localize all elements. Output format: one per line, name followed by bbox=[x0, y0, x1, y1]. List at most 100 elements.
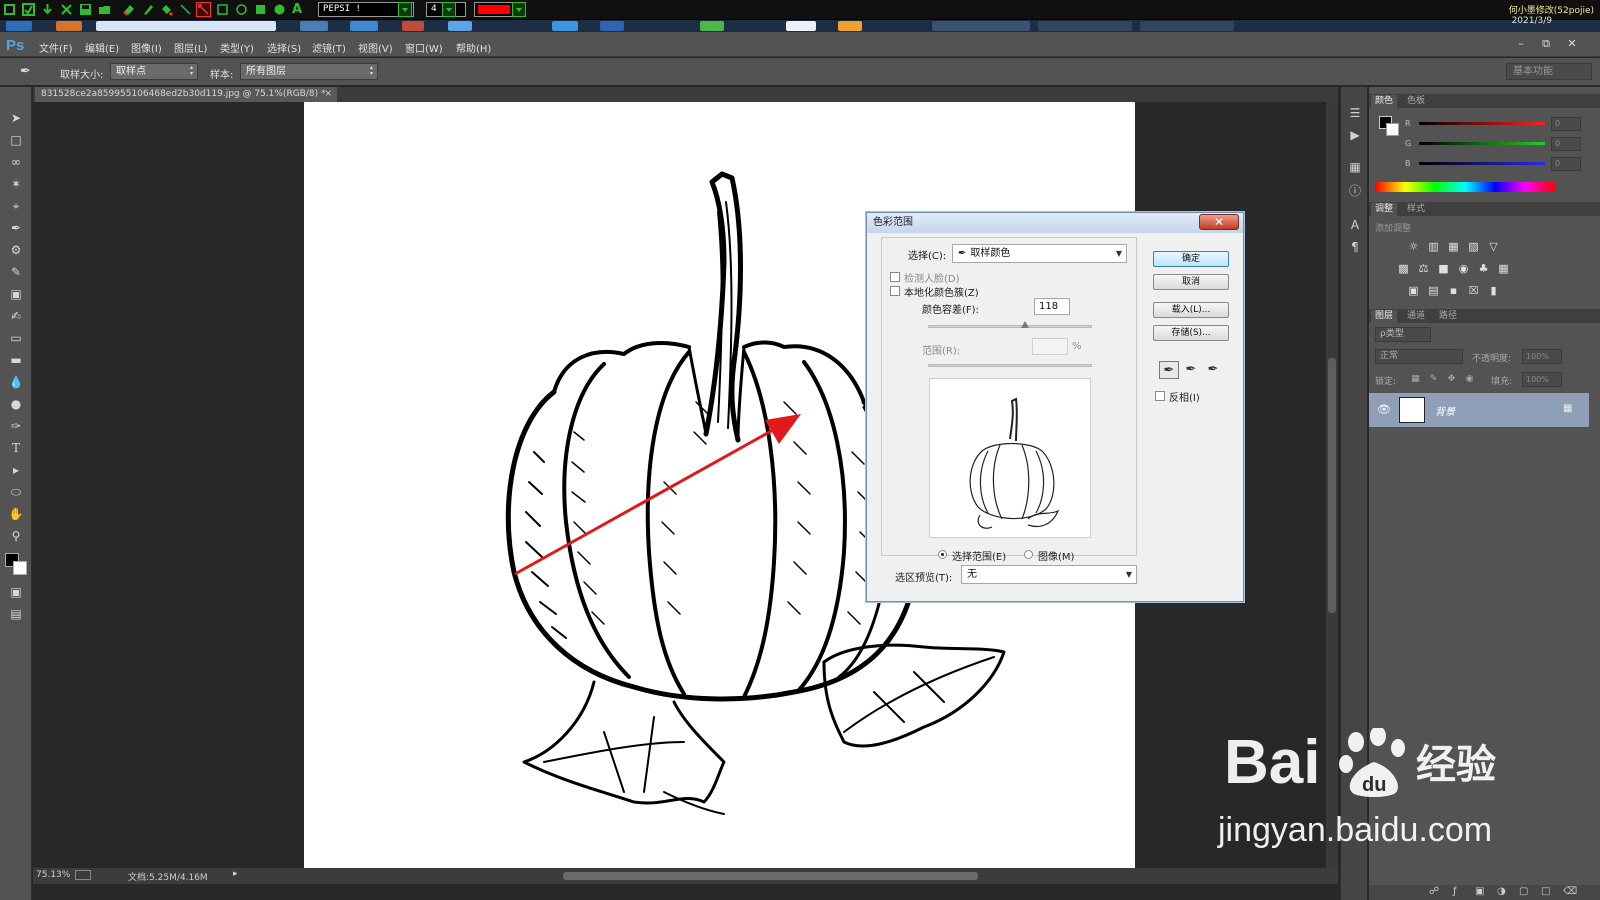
workspace-switcher[interactable]: 基本功能 bbox=[1506, 63, 1592, 80]
tab-swatches[interactable]: 色板 bbox=[1403, 95, 1429, 108]
download-icon[interactable] bbox=[41, 3, 54, 16]
taskbar-app-icon[interactable] bbox=[552, 21, 578, 31]
hand-tool-icon[interactable]: ✋ bbox=[7, 505, 25, 523]
taskbar-app-icon[interactable] bbox=[96, 21, 276, 31]
marker-icon[interactable] bbox=[142, 3, 155, 16]
status-icon[interactable] bbox=[75, 870, 91, 880]
detect-faces-checkbox[interactable] bbox=[890, 272, 900, 282]
pin-icon[interactable] bbox=[3, 3, 16, 16]
folder-icon[interactable] bbox=[98, 3, 111, 16]
taskbar-app-icon[interactable] bbox=[932, 21, 1030, 31]
doc-info[interactable]: 文档:5.25M/4.16M bbox=[128, 870, 208, 883]
sample-size-select[interactable]: 取样点 bbox=[110, 63, 198, 80]
history-brush-icon[interactable]: ✍ bbox=[7, 307, 25, 325]
vertical-scroll-thumb[interactable] bbox=[1328, 358, 1336, 613]
layer-row-background[interactable]: 👁 背景 ▦ bbox=[1369, 393, 1589, 427]
blur-tool-icon[interactable]: 💧 bbox=[7, 373, 25, 391]
disk-icon[interactable] bbox=[79, 3, 92, 16]
text-tool-icon[interactable]: A bbox=[292, 3, 305, 16]
vibrance-icon[interactable]: ▽ bbox=[1487, 240, 1500, 253]
menu-layer[interactable]: 图层(L) bbox=[174, 40, 207, 55]
lock-position-icon[interactable]: ✥ bbox=[1445, 373, 1458, 386]
quick-mask-icon[interactable]: ▣ bbox=[7, 583, 25, 601]
status-menu-arrow-icon[interactable]: ▸ bbox=[233, 869, 238, 879]
history-icon[interactable]: ☰ bbox=[1347, 105, 1363, 121]
menu-edit[interactable]: 编辑(E) bbox=[85, 40, 119, 55]
hue-saturation-icon[interactable]: ▩ bbox=[1397, 262, 1410, 275]
threshold-icon[interactable]: ▪ bbox=[1447, 284, 1460, 297]
mask-icon[interactable]: ▣ bbox=[1475, 886, 1484, 897]
character-icon[interactable]: A bbox=[1347, 217, 1363, 233]
add-to-sample-eyedropper-icon[interactable]: ✒ bbox=[1181, 361, 1201, 379]
taskbar-app-icon[interactable] bbox=[1038, 21, 1132, 31]
fuzziness-slider-thumb[interactable] bbox=[1020, 321, 1029, 328]
curves-icon[interactable]: ▦ bbox=[1447, 240, 1460, 253]
document-tab[interactable]: 831528ce2a859955106468ed2b30d119.jpg @ 7… bbox=[35, 87, 337, 102]
menu-filter[interactable]: 滤镜(T) bbox=[312, 40, 346, 55]
menu-file[interactable]: 文件(F) bbox=[39, 40, 73, 55]
taskbar-app-icon[interactable] bbox=[448, 21, 472, 31]
taskbar-app-icon[interactable] bbox=[700, 21, 724, 31]
filled-rectangle-icon[interactable] bbox=[254, 3, 267, 16]
pen-tool-icon[interactable]: ✑ bbox=[7, 417, 25, 435]
layer-visibility-eye-icon[interactable]: 👁 bbox=[1377, 403, 1391, 416]
marquee-tool-icon[interactable]: □ bbox=[7, 131, 25, 149]
minimize-icon[interactable]: – bbox=[1514, 37, 1528, 51]
type-tool-icon[interactable]: T bbox=[7, 439, 25, 457]
taskbar-app-icon[interactable] bbox=[350, 21, 378, 31]
background-color-swatch[interactable] bbox=[13, 561, 27, 575]
brush-presets-icon[interactable]: ▦ bbox=[1347, 159, 1363, 175]
save-copy-icon[interactable] bbox=[22, 3, 35, 16]
cancel-button[interactable]: 取消 bbox=[1153, 274, 1229, 290]
opacity-field[interactable]: 100% bbox=[1522, 349, 1562, 364]
radio-selection[interactable] bbox=[938, 550, 947, 559]
channel-mixer-icon[interactable]: ♣ bbox=[1477, 262, 1490, 275]
paragraph-icon[interactable]: ¶ bbox=[1347, 239, 1363, 255]
taskbar-app-icon[interactable] bbox=[600, 21, 624, 31]
green-slider[interactable]: G 0 bbox=[1405, 137, 1585, 153]
shape-tool-icon[interactable]: ⬭ bbox=[7, 483, 25, 501]
taskbar-app-icon[interactable] bbox=[1140, 21, 1234, 31]
brightness-icon[interactable]: ☼ bbox=[1407, 240, 1420, 253]
selection-preview[interactable] bbox=[929, 378, 1091, 538]
blue-slider[interactable]: B 0 bbox=[1405, 157, 1585, 173]
photo-filter-icon[interactable]: ◉ bbox=[1457, 262, 1470, 275]
lasso-tool-icon[interactable]: ∞ bbox=[7, 153, 25, 171]
tab-adjustments[interactable]: 调整 bbox=[1371, 203, 1398, 216]
dodge-tool-icon[interactable]: ● bbox=[7, 395, 25, 413]
group-folder-icon[interactable]: ▢ bbox=[1519, 886, 1528, 897]
tab-color[interactable]: 颜色 bbox=[1371, 95, 1398, 108]
layer-kind-filter[interactable]: ρ类型 bbox=[1375, 327, 1431, 342]
fuzziness-slider-track[interactable] bbox=[928, 325, 1092, 328]
zoom-tool-icon[interactable]: ⚲ bbox=[7, 527, 25, 545]
arrow-tool-icon[interactable] bbox=[196, 2, 211, 17]
menu-window[interactable]: 窗口(W) bbox=[405, 40, 443, 55]
healing-brush-icon[interactable]: ⚙ bbox=[7, 241, 25, 259]
invert-checkbox[interactable] bbox=[1155, 391, 1165, 401]
taskbar-app-icon[interactable] bbox=[838, 21, 862, 31]
gradient-map-icon[interactable]: ▮ bbox=[1487, 284, 1500, 297]
taskbar-app-icon[interactable] bbox=[300, 21, 328, 31]
restore-icon[interactable]: ⧉ bbox=[1539, 37, 1553, 51]
ellipse-icon[interactable] bbox=[235, 3, 248, 16]
rectangle-icon[interactable] bbox=[216, 3, 229, 16]
menu-image[interactable]: 图像(I) bbox=[131, 40, 162, 55]
eyedropper-tool-icon[interactable]: ✒ bbox=[7, 219, 25, 237]
eraser-icon[interactable] bbox=[122, 3, 135, 16]
posterize-icon[interactable]: ▤ bbox=[1427, 284, 1440, 297]
crop-tool-icon[interactable]: ⌖ bbox=[7, 197, 25, 215]
move-tool-icon[interactable]: ➤ bbox=[7, 109, 25, 127]
selection-preview-select[interactable]: 无 ▼ bbox=[961, 565, 1137, 584]
taskbar-app-icon[interactable] bbox=[786, 21, 816, 31]
localized-clusters-checkbox[interactable] bbox=[890, 286, 900, 296]
font-dropdown-icon[interactable] bbox=[398, 2, 412, 17]
exposure-icon[interactable]: ▧ bbox=[1467, 240, 1480, 253]
fill-icon[interactable] bbox=[160, 3, 173, 16]
color-balance-icon[interactable]: ⚖ bbox=[1417, 262, 1430, 275]
screen-mode-icon[interactable]: ▤ bbox=[7, 605, 25, 623]
color-dropdown-icon[interactable] bbox=[512, 2, 526, 17]
path-select-icon[interactable]: ▸ bbox=[7, 461, 25, 479]
select-dropdown[interactable]: ✒ 取样颜色 ▼ bbox=[952, 244, 1127, 263]
tab-close-icon[interactable]: × bbox=[324, 87, 332, 102]
stamp-tool-icon[interactable]: ▣ bbox=[7, 285, 25, 303]
